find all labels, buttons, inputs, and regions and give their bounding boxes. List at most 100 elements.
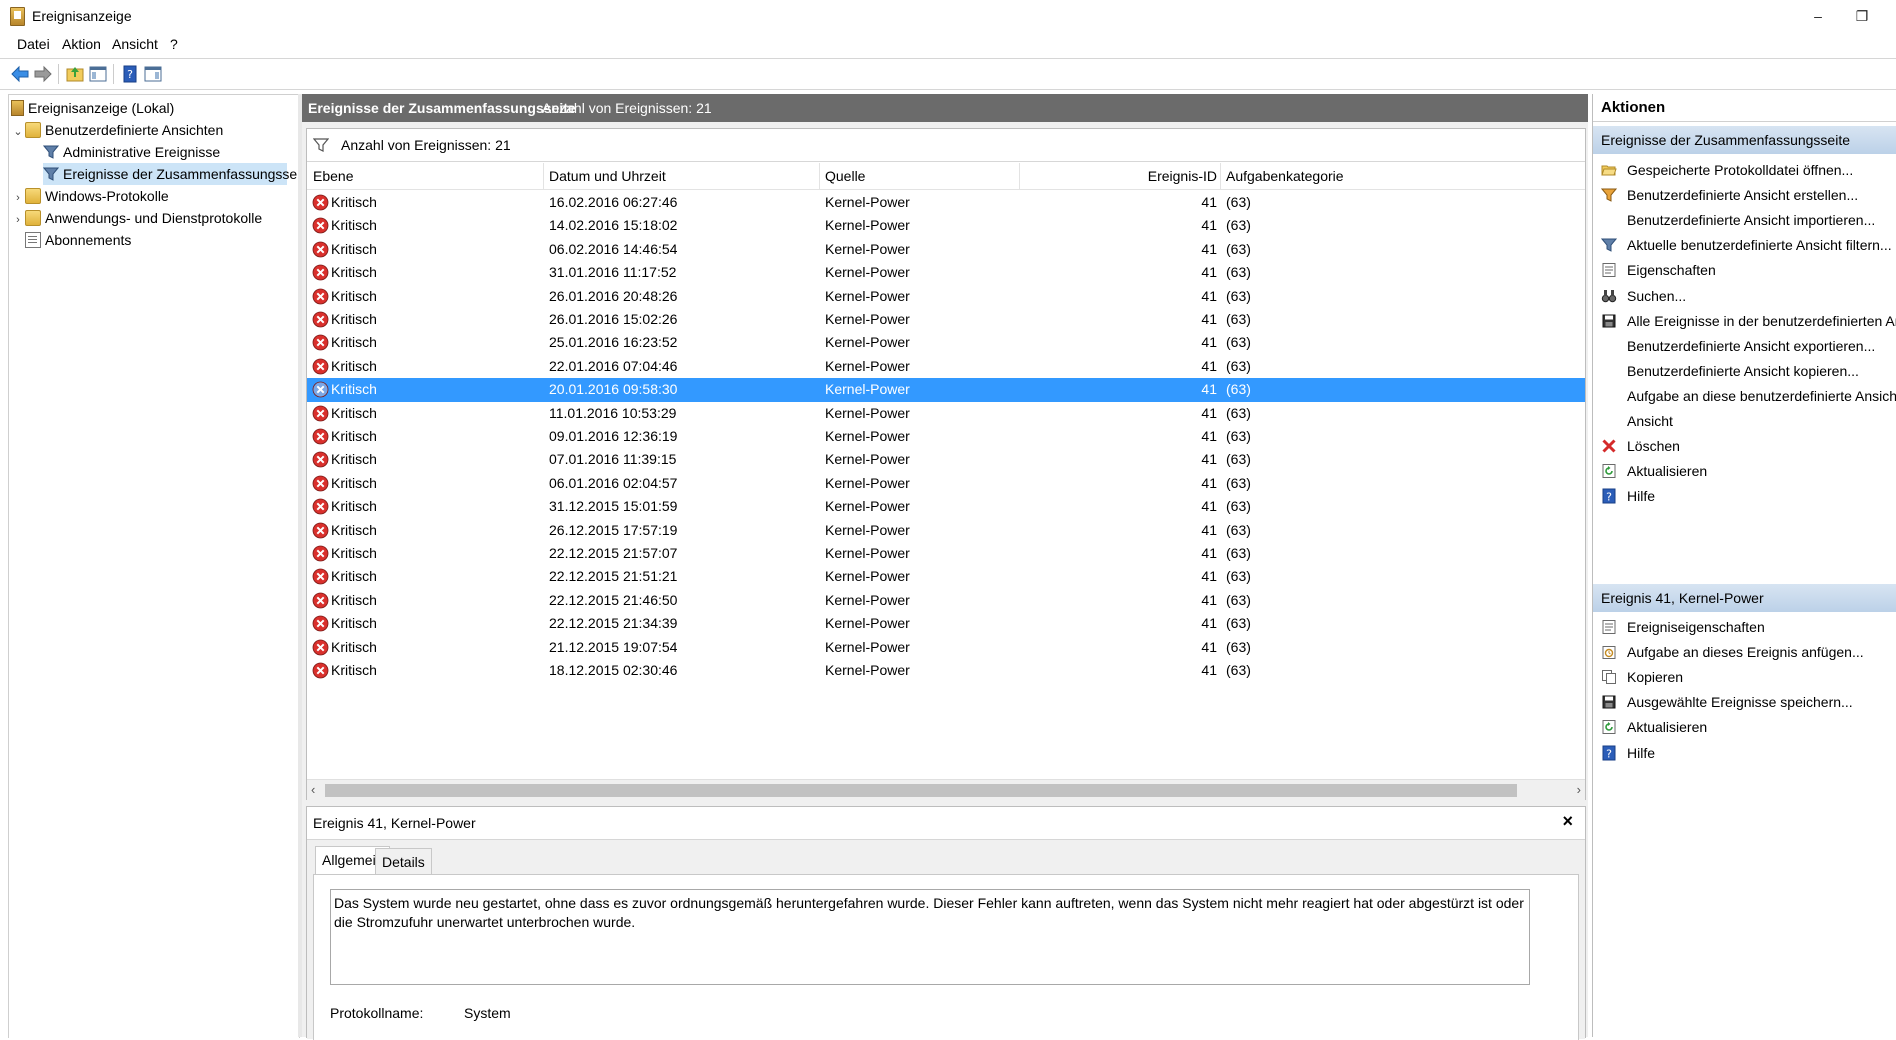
center-header-count: Anzahl von Ereignissen: 21	[542, 100, 712, 116]
col-ereignis-id[interactable]: Ereignis-ID	[1148, 168, 1217, 184]
action-hilfe[interactable]: ? Hilfe	[1593, 483, 1896, 509]
col-quelle[interactable]: Quelle	[825, 168, 865, 184]
back-arrow-icon[interactable]	[10, 64, 30, 84]
action-ereigniseigenschaften[interactable]: Ereigniseigenschaften	[1593, 614, 1896, 640]
critical-error-icon	[312, 194, 329, 211]
restore-button[interactable]: ❐	[1842, 4, 1882, 28]
table-row[interactable]: Kritisch 31.12.2015 15:01:59 Kernel-Power 4…	[307, 495, 1585, 519]
table-row[interactable]: Kritisch 26.12.2015 17:57:19 Kernel-Power 4…	[307, 519, 1585, 543]
scroll-left-icon[interactable]: ‹	[311, 782, 315, 797]
cell-category: (63)	[1226, 240, 1251, 257]
action-benutzerdefinierte-ansicht-erstellen[interactable]: Benutzerdefinierte Ansicht erstellen...	[1593, 182, 1896, 208]
properties-icon	[1602, 263, 1616, 278]
table-row[interactable]: Kritisch 26.01.2016 20:48:26 Kernel-Power 4…	[307, 285, 1585, 309]
critical-error-icon	[312, 241, 329, 258]
tree-item-custom-views[interactable]: ⌄ Benutzerdefinierte Ansichten	[11, 119, 223, 141]
cell-event-id: 41	[1201, 591, 1217, 608]
action-ansicht[interactable]: Ansicht	[1593, 408, 1896, 434]
scrollbar-thumb[interactable]	[325, 784, 1517, 797]
tab-details[interactable]: Details	[375, 848, 432, 875]
action-aufgabe-an-diese-benutzerdefinierte-ansicht-anfüg[interactable]: Aufgabe an diese benutzerdefinierte Ansi…	[1593, 383, 1896, 409]
menu-aktion[interactable]: Aktion	[62, 36, 101, 52]
up-folder-icon[interactable]	[65, 64, 85, 84]
action-aktualisieren[interactable]: Aktualisieren	[1593, 458, 1896, 484]
cell-category: (63)	[1226, 451, 1251, 468]
action-label: Suchen...	[1627, 287, 1687, 304]
table-row[interactable]: Kritisch 18.12.2015 02:30:46 Kernel-Power 4…	[307, 659, 1585, 683]
table-row[interactable]: Kritisch 22.12.2015 21:51:21 Kernel-Power 4…	[307, 565, 1585, 589]
action-ausgewählte-ereignisse-speichern[interactable]: Ausgewählte Ereignisse speichern...	[1593, 689, 1896, 715]
action-benutzerdefinierte-ansicht-kopieren[interactable]: Benutzerdefinierte Ansicht kopieren...	[1593, 358, 1896, 384]
action-aufgabe-an-dieses-ereignis-anfügen[interactable]: Aufgabe an dieses Ereignis anfügen...	[1593, 639, 1896, 665]
critical-error-icon	[312, 639, 329, 655]
column-divider[interactable]	[1019, 163, 1020, 189]
tree-item-subscriptions[interactable]: Abonnements	[11, 229, 131, 251]
action-aktuelle-benutzerdefinierte-ansicht-filtern[interactable]: Aktuelle benutzerdefinierte Ansicht filt…	[1593, 232, 1896, 258]
action-löschen[interactable]: Löschen	[1593, 433, 1896, 459]
minimize-button[interactable]: –	[1798, 4, 1838, 28]
col-ebene[interactable]: Ebene	[313, 168, 353, 184]
menu-datei[interactable]: Datei	[17, 36, 50, 52]
chevron-down-icon[interactable]: ⌄	[11, 121, 25, 143]
table-row[interactable]: Kritisch 20.01.2016 09:58:30 Kernel-Power 4…	[307, 378, 1585, 403]
cell-date: 16.02.2016 06:27:46	[549, 194, 678, 210]
table-row[interactable]: Kritisch 16.02.2016 06:27:46 Kernel-Power 4…	[307, 191, 1585, 215]
forward-arrow-icon[interactable]	[33, 64, 53, 84]
table-row[interactable]: Kritisch 26.01.2016 15:02:26 Kernel-Power 4…	[307, 308, 1585, 332]
cell-source: Kernel-Power	[825, 568, 910, 585]
column-divider[interactable]	[1220, 163, 1221, 189]
column-divider[interactable]	[543, 163, 544, 189]
scroll-right-icon[interactable]: ›	[1577, 782, 1581, 797]
cell-category: (63)	[1226, 474, 1251, 491]
cell-source: Kernel-Power	[825, 287, 910, 304]
menu-help[interactable]: ?	[170, 36, 178, 52]
tree-item-app-logs[interactable]: › Anwendungs- und Dienstprotokolle	[11, 207, 262, 229]
action-benutzerdefinierte-ansicht-importieren[interactable]: Benutzerdefinierte Ansicht importieren..…	[1593, 207, 1896, 233]
action-suchen[interactable]: Suchen...	[1593, 283, 1896, 309]
help-book-icon[interactable]: ?	[120, 64, 140, 84]
tree-item-admin-events[interactable]: Administrative Ereignisse	[43, 141, 220, 163]
table-row[interactable]: Kritisch 06.02.2016 14:46:54 Kernel-Power 4…	[307, 238, 1585, 262]
table-row[interactable]: Kritisch 06.01.2016 02:04:57 Kernel-Power 4…	[307, 472, 1585, 496]
col-datum[interactable]: Datum und Uhrzeit	[549, 168, 666, 184]
table-row[interactable]: Kritisch 31.01.2016 11:17:52 Kernel-Power 4…	[307, 261, 1585, 285]
show-hide-action-pane-icon[interactable]	[143, 64, 163, 84]
cell-event-id: 41	[1201, 194, 1217, 210]
table-row[interactable]: Kritisch 07.01.2016 11:39:15 Kernel-Power 4…	[307, 448, 1585, 472]
action-alle-ereignisse-in-der-benutzerdefinierten-ansicht-s[interactable]: Alle Ereignisse in der benutzerdefiniert…	[1593, 308, 1896, 334]
table-row[interactable]: Kritisch 11.01.2016 10:53:29 Kernel-Power 4…	[307, 402, 1585, 426]
menu-ansicht[interactable]: Ansicht	[112, 36, 158, 52]
table-row[interactable]: Kritisch 25.01.2016 16:23:52 Kernel-Power 4…	[307, 331, 1585, 355]
table-row[interactable]: Kritisch 22.12.2015 21:57:07 Kernel-Power 4…	[307, 542, 1585, 566]
table-row[interactable]: Kritisch 22.12.2015 21:34:39 Kernel-Power 4…	[307, 612, 1585, 636]
log-name-value[interactable]: System	[464, 1005, 511, 1021]
tree-item-summary-events[interactable]: Ereignisse der Zusammenfassungsseite	[43, 163, 312, 185]
chevron-right-icon[interactable]: ›	[11, 209, 25, 231]
event-description[interactable]: Das System wurde neu gestartet, ohne das…	[330, 889, 1530, 985]
tree-item-root[interactable]: Ereignisanzeige (Lokal)	[11, 97, 174, 119]
action-kopieren[interactable]: Kopieren	[1593, 664, 1896, 690]
table-row[interactable]: Kritisch 22.01.2016 07:04:46 Kernel-Power 4…	[307, 355, 1585, 379]
tree-item-windows-logs[interactable]: › Windows-Protokolle	[11, 185, 169, 207]
table-row[interactable]: Kritisch 22.12.2015 21:46:50 Kernel-Power 4…	[307, 589, 1585, 613]
col-aufgabenkategorie[interactable]: Aufgabenkategorie	[1226, 168, 1344, 184]
action-label: Aktuelle benutzerdefinierte Ansicht filt…	[1627, 237, 1892, 254]
table-row[interactable]: Kritisch 21.12.2015 19:07:54 Kernel-Power 4…	[307, 636, 1585, 660]
action-hilfe[interactable]: ? Hilfe	[1593, 740, 1896, 766]
table-row[interactable]: Kritisch 09.01.2016 12:36:19 Kernel-Power 4…	[307, 425, 1585, 449]
horizontal-scrollbar[interactable]: ‹ ›	[307, 779, 1585, 800]
cell-source: Kernel-Power	[825, 240, 910, 257]
action-benutzerdefinierte-ansicht-exportieren[interactable]: Benutzerdefinierte Ansicht exportieren..…	[1593, 333, 1896, 359]
chevron-right-icon[interactable]: ›	[11, 187, 25, 209]
table-row[interactable]: Kritisch 14.02.2016 15:18:02 Kernel-Power 4…	[307, 214, 1585, 238]
action-eigenschaften[interactable]: Eigenschaften	[1593, 257, 1896, 283]
actions-section-event[interactable]: Ereignis 41, Kernel-Power	[1593, 584, 1896, 612]
action-gespeicherte-protokolldatei-öffnen[interactable]: Gespeicherte Protokolldatei öffnen...	[1593, 157, 1896, 183]
actions-section-summary[interactable]: Ereignisse der Zusammenfassungsseite	[1593, 126, 1896, 154]
cell-level: Kritisch	[331, 287, 377, 304]
cell-level: Kritisch	[331, 521, 377, 538]
close-icon[interactable]: ×	[1562, 811, 1573, 832]
show-hide-tree-icon[interactable]	[88, 64, 108, 84]
column-divider[interactable]	[819, 163, 820, 189]
action-aktualisieren[interactable]: Aktualisieren	[1593, 714, 1896, 740]
